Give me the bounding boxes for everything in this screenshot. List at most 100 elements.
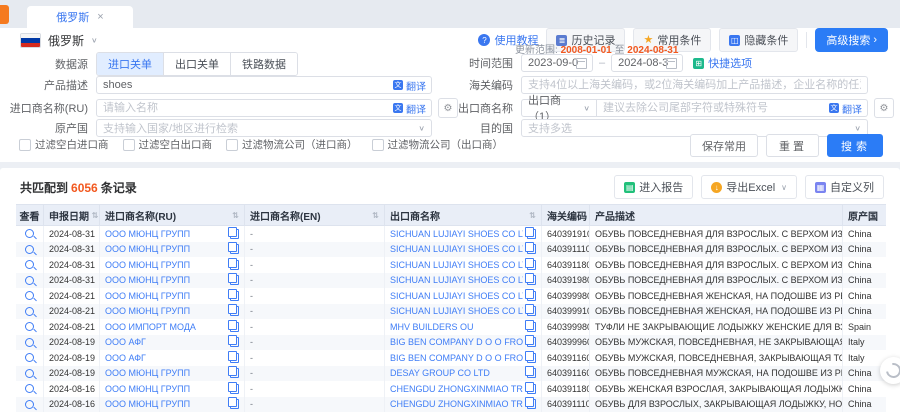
magnifier-icon[interactable] <box>25 229 34 238</box>
customize-columns-button[interactable]: ▦ 自定义列 <box>805 175 884 199</box>
filter-logistics-exporter[interactable]: 过滤物流公司（出口商） <box>372 137 504 152</box>
copy-icon[interactable] <box>230 353 239 363</box>
importer-ru-link[interactable]: ООО МЮНЦ ГРУПП <box>105 244 190 254</box>
sidebar-handle[interactable] <box>0 5 9 24</box>
advanced-search-button[interactable]: 高级搜索 › <box>815 28 888 52</box>
copy-icon[interactable] <box>230 260 239 270</box>
tab-import-declaration[interactable]: 进口关单 <box>97 53 164 75</box>
filter-blank-exporter[interactable]: 过滤空白出口商 <box>123 137 213 152</box>
importer-ru-link[interactable]: ООО МЮНЦ ГРУПП <box>105 384 190 394</box>
origin-cell: Italy <box>843 350 886 366</box>
copy-icon[interactable] <box>230 368 239 378</box>
exporter-settings-button[interactable]: ⚙ <box>874 98 894 118</box>
copy-icon[interactable] <box>230 337 239 347</box>
sort-icon[interactable]: ⇅ <box>92 211 99 220</box>
magnifier-icon[interactable] <box>25 400 34 409</box>
hide-conditions-button[interactable]: ◫ 隐藏条件 <box>719 28 798 52</box>
filter-logistics-importer[interactable]: 过滤物流公司（进口商） <box>226 137 358 152</box>
exporter-link[interactable]: BIG BEN COMPANY D O O FROM BEST T <box>390 337 523 347</box>
exporter-link[interactable]: CHENGDU ZHONGXINMIAO TRADING C <box>390 399 523 409</box>
sort-icon[interactable]: ⇅ <box>372 211 379 220</box>
exporter-link[interactable]: SICHUAN LUJIAYI SHOES CO LTD <box>390 275 523 285</box>
copy-icon[interactable] <box>230 322 239 332</box>
importer-ru-link[interactable]: ООО МЮНЦ ГРУПП <box>105 229 190 239</box>
floating-helper-button[interactable] <box>880 357 900 384</box>
exporter-input[interactable] <box>597 99 868 117</box>
copy-icon[interactable] <box>230 291 239 301</box>
copy-icon[interactable] <box>527 384 536 394</box>
exporter-link[interactable]: SICHUAN LUJIAYI SHOES CO LTD <box>390 291 523 301</box>
importer-ru-link[interactable]: ООО МЮНЦ ГРУПП <box>105 306 190 316</box>
magnifier-icon[interactable] <box>25 322 34 331</box>
copy-icon[interactable] <box>230 384 239 394</box>
magnifier-icon[interactable] <box>25 353 34 362</box>
save-favorite-button[interactable]: 保存常用 <box>690 134 758 157</box>
col-date[interactable]: 申报日期 ⇅ <box>44 204 100 226</box>
copy-icon[interactable] <box>230 275 239 285</box>
col-exporter[interactable]: 出口商名称⇅ <box>385 204 542 226</box>
sort-icon[interactable]: ⇅ <box>232 211 239 220</box>
copy-icon[interactable] <box>527 353 536 363</box>
copy-icon[interactable] <box>527 229 536 239</box>
translate-button[interactable]: 文 翻译 <box>393 101 426 116</box>
quick-options-button[interactable]: ⊞ 快捷选项 <box>693 55 752 71</box>
magnifier-icon[interactable] <box>25 338 34 347</box>
copy-icon[interactable] <box>527 275 536 285</box>
tab-russia[interactable]: 俄罗斯 × <box>27 6 133 28</box>
enter-report-button[interactable]: ▤ 进入报告 <box>614 175 693 199</box>
origin-select[interactable]: 支持输入国家/地区进行检索 ∨ <box>96 119 432 137</box>
copy-icon[interactable] <box>230 399 239 409</box>
importer-ru-link[interactable]: ООО МЮНЦ ГРУПП <box>105 291 190 301</box>
export-excel-button[interactable]: ↓ 导出Excel ∨ <box>701 175 797 199</box>
tab-export-declaration[interactable]: 出口关单 <box>164 53 231 75</box>
exporter-link[interactable]: DESAY GROUP CO LTD <box>390 368 490 378</box>
exporter-link[interactable]: SICHUAN LUJIAYI SHOES CO LTD <box>390 229 523 239</box>
translate-button[interactable]: 文 翻译 <box>829 101 862 116</box>
magnifier-icon[interactable] <box>25 291 34 300</box>
importer-ru-link[interactable]: ООО АФГ <box>105 353 146 363</box>
col-importer-en[interactable]: 进口商名称(EN)⇅ <box>245 204 385 226</box>
copy-icon[interactable] <box>527 322 536 332</box>
copy-icon[interactable] <box>527 337 536 347</box>
importer-ru-link[interactable]: ООО ИМПОРТ МОДА <box>105 322 196 332</box>
reset-button[interactable]: 重置 <box>766 134 819 157</box>
importer-ru-link[interactable]: ООО МЮНЦ ГРУПП <box>105 260 190 270</box>
copy-icon[interactable] <box>527 368 536 378</box>
importer-ru-link[interactable]: ООО МЮНЦ ГРУПП <box>105 368 190 378</box>
copy-icon[interactable] <box>527 244 536 254</box>
exporter-type-select[interactable]: 出口商（1） ∨ <box>521 99 597 117</box>
exporter-link[interactable]: SICHUAN LUJIAYI SHOES CO LTD <box>390 260 523 270</box>
tab-railway-data[interactable]: 铁路数据 <box>231 53 297 75</box>
copy-icon[interactable] <box>527 291 536 301</box>
search-button[interactable]: 搜索 <box>827 134 883 157</box>
magnifier-icon[interactable] <box>25 307 34 316</box>
magnifier-icon[interactable] <box>25 260 34 269</box>
magnifier-icon[interactable] <box>25 276 34 285</box>
copy-icon[interactable] <box>230 244 239 254</box>
copy-icon[interactable] <box>527 260 536 270</box>
importer-ru-link[interactable]: ООО МЮНЦ ГРУПП <box>105 399 190 409</box>
product-desc-input[interactable] <box>96 76 432 94</box>
copy-icon[interactable] <box>230 306 239 316</box>
copy-icon[interactable] <box>527 399 536 409</box>
exporter-link[interactable]: BIG BEN COMPANY D O O FROM BEST T <box>390 353 523 363</box>
importer-ru-link[interactable]: ООО АФГ <box>105 337 146 347</box>
magnifier-icon[interactable] <box>25 369 34 378</box>
country-selector[interactable]: 俄罗斯 ∨ <box>20 32 98 49</box>
close-icon[interactable]: × <box>97 11 103 23</box>
sort-icon[interactable]: ⇅ <box>529 211 536 220</box>
exporter-link[interactable]: MHV BUILDERS OU <box>390 322 474 332</box>
exporter-link[interactable]: SICHUAN LUJIAYI SHOES CO LTD <box>390 306 523 316</box>
filter-blank-importer[interactable]: 过滤空白进口商 <box>19 137 109 152</box>
importer-ru-link[interactable]: ООО МЮНЦ ГРУПП <box>105 275 190 285</box>
copy-icon[interactable] <box>527 306 536 316</box>
copy-icon[interactable] <box>230 229 239 239</box>
magnifier-icon[interactable] <box>25 384 34 393</box>
hide-icon: ◫ <box>729 35 740 46</box>
translate-button[interactable]: 文 翻译 <box>393 78 426 93</box>
col-importer-ru[interactable]: 进口商名称(RU)⇅ <box>100 204 245 226</box>
exporter-link[interactable]: SICHUAN LUJIAYI SHOES CO LTD <box>390 244 523 254</box>
importer-input[interactable] <box>96 99 432 117</box>
magnifier-icon[interactable] <box>25 245 34 254</box>
exporter-link[interactable]: CHENGDU ZHONGXINMIAO TRADING C <box>390 384 523 394</box>
